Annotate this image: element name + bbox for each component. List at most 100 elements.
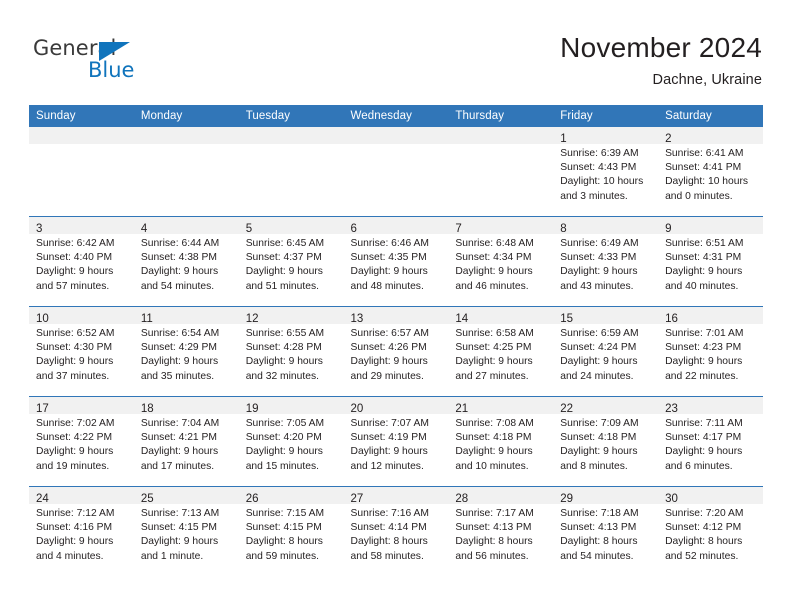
day-number-band: 17 xyxy=(29,397,134,415)
brand-name-blue: Blue xyxy=(88,58,135,82)
daylight-text-line2: and 0 minutes. xyxy=(665,190,733,202)
calendar-day-cell[interactable]: 15 Sunrise: 6:59 AM Sunset: 4:24 PM Dayligh… xyxy=(553,306,659,397)
day-number: 10 xyxy=(36,313,49,325)
sunset-text: Sunset: 4:21 PM xyxy=(140,432,217,444)
calendar-day-cell[interactable]: 28 Sunrise: 7:17 AM Sunset: 4:13 PM Dayligh… xyxy=(448,486,554,576)
day-number: 9 xyxy=(665,223,672,235)
sunset-text: Sunset: 4:23 PM xyxy=(665,342,742,354)
day-number: 30 xyxy=(665,493,678,505)
sunset-text: Sunset: 4:24 PM xyxy=(560,342,637,354)
sunrise-text: Sunrise: 7:11 AM xyxy=(665,418,743,429)
calendar-day-cell[interactable]: 26 Sunrise: 7:15 AM Sunset: 4:15 PM Dayligh… xyxy=(238,486,344,576)
weekday-header-saturday: Saturday xyxy=(658,105,763,127)
day-number: 1 xyxy=(560,133,567,145)
calendar-week-row: 10 Sunrise: 6:52 AM Sunset: 4:30 PM Dayligh… xyxy=(29,306,763,397)
page-title: November 2024 xyxy=(560,32,762,63)
sunset-text: Sunset: 4:37 PM xyxy=(245,252,322,264)
daylight-text-line2: and 37 minutes. xyxy=(36,370,110,382)
calendar-day-cell[interactable]: 6 Sunrise: 6:46 AM Sunset: 4:35 PM Daylight… xyxy=(343,216,449,307)
calendar-day-cell[interactable]: 9 Sunrise: 6:51 AM Sunset: 4:31 PM Daylight… xyxy=(658,216,763,307)
sunrise-text: Sunrise: 6:55 AM xyxy=(245,328,325,339)
calendar-day-cell[interactable]: 30 Sunrise: 7:20 AM Sunset: 4:12 PM Dayligh… xyxy=(658,486,763,576)
day-details: Sunrise: 7:08 AM Sunset: 4:18 PM Daylight:… xyxy=(448,414,553,474)
calendar-day-cell[interactable]: 25 Sunrise: 7:13 AM Sunset: 4:15 PM Dayligh… xyxy=(133,486,239,576)
calendar-day-cell[interactable]: 5 Sunrise: 6:45 AM Sunset: 4:37 PM Daylight… xyxy=(238,216,344,307)
day-number-band: 2 xyxy=(658,127,763,145)
sunrise-text: Sunrise: 6:44 AM xyxy=(140,238,220,249)
calendar-day-cell[interactable]: 16 Sunrise: 7:01 AM Sunset: 4:23 PM Dayligh… xyxy=(658,306,763,397)
calendar-day-cell-empty xyxy=(238,127,344,217)
calendar-day-cell[interactable]: 11 Sunrise: 6:54 AM Sunset: 4:29 PM Dayligh… xyxy=(133,306,239,397)
calendar-day-cell[interactable]: 17 Sunrise: 7:02 AM Sunset: 4:22 PM Dayligh… xyxy=(29,396,134,487)
daylight-text-line2: and 54 minutes. xyxy=(560,550,634,562)
daylight-text-line2: and 48 minutes. xyxy=(350,280,424,292)
calendar-day-cell[interactable]: 20 Sunrise: 7:07 AM Sunset: 4:19 PM Dayligh… xyxy=(343,396,449,487)
calendar-day-cell[interactable]: 1 Sunrise: 6:39 AM Sunset: 4:43 PM Daylight… xyxy=(553,127,659,217)
daylight-text-line1: Daylight: 9 hours xyxy=(350,356,428,368)
sunrise-text: Sunrise: 7:09 AM xyxy=(560,418,639,429)
day-details: Sunrise: 7:18 AM Sunset: 4:13 PM Daylight:… xyxy=(553,504,658,564)
day-details: Sunrise: 6:45 AM Sunset: 4:37 PM Daylight:… xyxy=(239,234,344,294)
calendar-day-cell[interactable]: 23 Sunrise: 7:11 AM Sunset: 4:17 PM Dayligh… xyxy=(658,396,763,487)
sunset-text: Sunset: 4:15 PM xyxy=(245,522,322,534)
weekday-header-thursday: Thursday xyxy=(448,105,554,127)
daylight-text-line2: and 58 minutes. xyxy=(350,550,424,562)
sunset-text: Sunset: 4:34 PM xyxy=(455,252,532,264)
sunset-text: Sunset: 4:29 PM xyxy=(140,342,217,354)
day-number: 2 xyxy=(665,133,672,145)
day-number: 12 xyxy=(245,313,259,325)
day-details: Sunrise: 6:46 AM Sunset: 4:35 PM Daylight:… xyxy=(344,234,449,294)
day-number-band xyxy=(343,127,449,144)
calendar-day-cell[interactable]: 14 Sunrise: 6:58 AM Sunset: 4:25 PM Dayligh… xyxy=(448,306,554,397)
daylight-text-line2: and 3 minutes. xyxy=(560,190,628,202)
daylight-text-line1: Daylight: 8 hours xyxy=(350,536,428,548)
sunset-text: Sunset: 4:13 PM xyxy=(455,522,532,534)
sunset-text: Sunset: 4:35 PM xyxy=(350,252,427,264)
day-number: 21 xyxy=(455,403,469,415)
calendar-day-cell[interactable]: 12 Sunrise: 6:55 AM Sunset: 4:28 PM Dayligh… xyxy=(238,306,344,397)
sunset-text: Sunset: 4:17 PM xyxy=(665,432,742,444)
day-details: Sunrise: 6:58 AM Sunset: 4:25 PM Daylight:… xyxy=(448,324,553,384)
daylight-text-line1: Daylight: 8 hours xyxy=(245,536,323,548)
day-number-band: 7 xyxy=(448,217,554,235)
calendar-day-cell[interactable]: 4 Sunrise: 6:44 AM Sunset: 4:38 PM Daylight… xyxy=(133,216,239,307)
day-number-band xyxy=(29,127,134,144)
day-details: Sunrise: 7:09 AM Sunset: 4:18 PM Daylight:… xyxy=(553,414,658,474)
sunset-text: Sunset: 4:30 PM xyxy=(36,342,113,354)
day-number-band: 25 xyxy=(133,487,239,505)
daylight-text-line1: Daylight: 9 hours xyxy=(455,266,533,278)
day-number: 29 xyxy=(560,493,574,505)
calendar-day-cell[interactable]: 24 Sunrise: 7:12 AM Sunset: 4:16 PM Dayligh… xyxy=(29,486,134,576)
day-number: 27 xyxy=(350,493,364,505)
calendar-day-cell[interactable]: 3 Sunrise: 6:42 AM Sunset: 4:40 PM Daylight… xyxy=(29,216,134,307)
calendar-day-cell[interactable]: 19 Sunrise: 7:05 AM Sunset: 4:20 PM Dayligh… xyxy=(238,396,344,487)
calendar-day-cell[interactable]: 10 Sunrise: 6:52 AM Sunset: 4:30 PM Dayligh… xyxy=(29,306,134,397)
calendar-day-cell[interactable]: 7 Sunrise: 6:48 AM Sunset: 4:34 PM Daylight… xyxy=(448,216,554,307)
sunrise-text: Sunrise: 6:39 AM xyxy=(560,148,639,159)
brand-logo[interactable]: General Blue xyxy=(33,38,173,86)
day-number: 24 xyxy=(36,493,49,505)
day-number-band: 28 xyxy=(448,487,554,505)
day-number-band: 26 xyxy=(238,487,344,505)
daylight-text-line2: and 10 minutes. xyxy=(455,460,529,472)
daylight-text-line1: Daylight: 9 hours xyxy=(560,446,638,458)
calendar-day-cell[interactable]: 29 Sunrise: 7:18 AM Sunset: 4:13 PM Dayligh… xyxy=(553,486,659,576)
calendar-day-cell[interactable]: 27 Sunrise: 7:16 AM Sunset: 4:14 PM Dayligh… xyxy=(343,486,449,576)
calendar-day-cell[interactable]: 13 Sunrise: 6:57 AM Sunset: 4:26 PM Dayligh… xyxy=(343,306,449,397)
sunrise-text: Sunrise: 6:48 AM xyxy=(455,238,534,249)
calendar-day-cell[interactable]: 8 Sunrise: 6:49 AM Sunset: 4:33 PM Daylight… xyxy=(553,216,659,307)
day-number-band: 5 xyxy=(238,217,344,235)
day-number: 28 xyxy=(455,493,469,505)
sunset-text: Sunset: 4:31 PM xyxy=(665,252,742,264)
day-details: Sunrise: 6:59 AM Sunset: 4:24 PM Daylight:… xyxy=(553,324,658,384)
daylight-text-line2: and 27 minutes. xyxy=(455,370,529,382)
sunset-text: Sunset: 4:40 PM xyxy=(36,252,113,264)
calendar-day-cell[interactable]: 21 Sunrise: 7:08 AM Sunset: 4:18 PM Dayligh… xyxy=(448,396,554,487)
calendar-day-cell[interactable]: 2 Sunrise: 6:41 AM Sunset: 4:41 PM Daylight… xyxy=(658,127,763,217)
sunset-text: Sunset: 4:19 PM xyxy=(350,432,427,444)
sunset-text: Sunset: 4:26 PM xyxy=(350,342,427,354)
calendar-day-cell[interactable]: 22 Sunrise: 7:09 AM Sunset: 4:18 PM Dayligh… xyxy=(553,396,659,487)
daylight-text-line2: and 32 minutes. xyxy=(245,370,319,382)
day-details: Sunrise: 6:57 AM Sunset: 4:26 PM Daylight:… xyxy=(344,324,449,384)
calendar-day-cell[interactable]: 18 Sunrise: 7:04 AM Sunset: 4:21 PM Dayligh… xyxy=(133,396,239,487)
